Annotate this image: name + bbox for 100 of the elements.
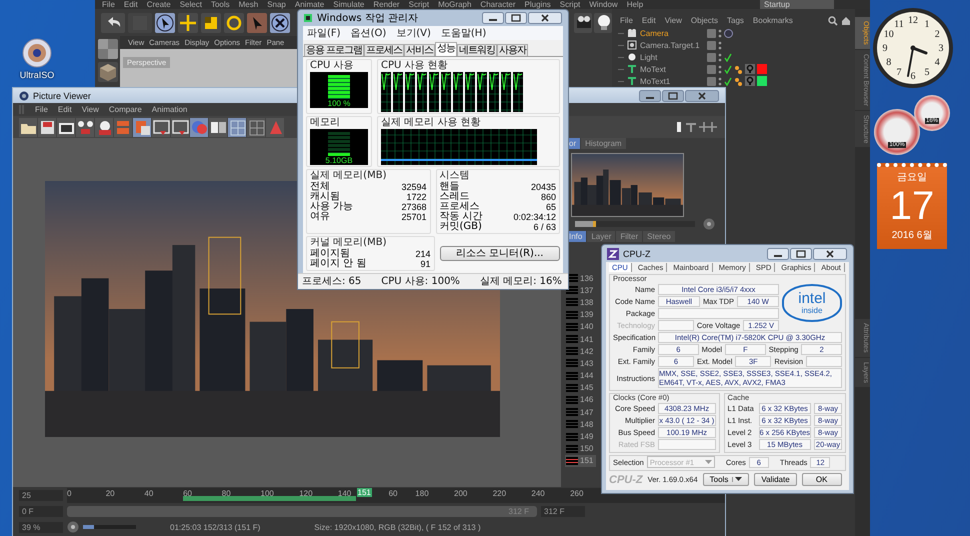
stat-label: 프로세스 [440,202,480,212]
dialog-button[interactable]: Validate [754,473,797,486]
menu-item[interactable]: Render [373,0,400,9]
menu-item[interactable]: Animation [152,105,188,114]
menu-item[interactable]: 도움말(H) [440,28,486,39]
object-name[interactable]: Light [640,52,700,62]
tick-label: 240 [531,488,545,498]
frame-row[interactable]: 147 [565,406,596,418]
frame-number: 144 [580,371,594,380]
panel-tab[interactable]: Histogram [581,138,626,149]
frame-row[interactable]: 151 [565,454,596,467]
desktop-icon-label[interactable]: UltraISO [20,70,54,80]
stat-value: 214 [415,249,430,260]
menu-item[interactable]: View [664,16,682,25]
menu-item[interactable]: Mesh [238,0,258,9]
frame-row[interactable]: 149 [565,430,596,443]
menu-item[interactable]: View [82,105,99,114]
stat-label: 작동 시간 [440,212,484,222]
frame-row[interactable]: 148 [565,418,596,430]
frame-row[interactable]: 140 [565,320,596,333]
menu-item[interactable]: Bookmarks [752,16,793,25]
panel-tab[interactable]: Filter [616,231,642,242]
tick-label: 40 [144,488,154,498]
menu-item[interactable]: Snap [267,0,286,9]
menu-item[interactable]: Edit [642,16,656,25]
meter-reading: 5.10GB [325,156,353,166]
playhead[interactable]: 151 [356,488,372,496]
frame-row[interactable]: 144 [565,370,596,382]
stat-value: 20435 [530,182,556,192]
menu-item[interactable]: Animate [294,0,324,9]
panel-tab[interactable]: Layer [587,231,616,242]
object-name[interactable]: Camera.Target.1 [640,40,700,50]
frame-number: 138 [580,298,594,307]
status-text: 실제 메모리: 16% [480,276,562,288]
stat-label: 커밋(GB) [440,222,483,232]
menu-item[interactable]: MoGraph [438,0,472,9]
start-field[interactable]: 0 F [19,506,63,516]
menu-item[interactable]: Window [589,0,618,9]
menu-item[interactable]: Script [560,0,580,9]
menu-item[interactable]: Objects [690,16,718,25]
menu-item[interactable]: Script [408,0,430,9]
zoom-field[interactable]: 39 % [19,522,63,532]
tab[interactable]: 프로세스 [364,44,404,56]
frame-row[interactable]: 138 [565,296,596,309]
logo-text: inside [802,306,822,315]
end-field[interactable]: 312 F [541,506,585,516]
tools-button[interactable]: Tools [702,473,750,486]
frame-number: 143 [580,358,594,368]
menu-item[interactable]: Select [180,0,202,9]
menu-item[interactable]: Simulate [333,0,364,9]
tab[interactable]: 응용 프로그램 [304,44,364,56]
layout-dropdown[interactable]: Startup [760,0,834,9]
menu-item[interactable]: 파일(F) [307,28,341,39]
menu-item[interactable]: File [35,105,48,114]
tab[interactable]: 네트워킹 [457,44,498,56]
frame-row[interactable]: 139 [565,308,596,321]
menu-item[interactable]: Edit [58,105,72,114]
calendar-month: 2016 6월 [892,229,932,242]
menu-item[interactable]: Compare [108,105,142,114]
fps-field[interactable]: 25 [19,490,63,500]
stat-label: 캐시됨 [310,192,340,202]
frame-number: 136 [580,274,594,283]
menu-item[interactable]: 옵션(O) [350,28,386,39]
frame-row[interactable]: 150 [565,442,596,455]
menu-item[interactable]: File [102,0,115,9]
frame-number: 145 [580,383,594,392]
menu-item[interactable]: Edit [124,0,138,9]
frame-row[interactable]: 145 [565,382,596,394]
frame-row[interactable]: 141 [565,332,596,346]
menu-item[interactable]: Create [146,0,171,9]
object-name[interactable]: MoText1 [640,76,700,86]
frame-row[interactable]: 143 [565,357,596,370]
stat-value: 32594 [401,182,426,192]
frame-row[interactable]: 146 [565,394,596,406]
menu-item[interactable]: 보기(V) [396,28,431,39]
panel-tab[interactable]: Stereo [643,231,675,242]
timeline-ruler[interactable]: 0 20 40 60 80 100 120 140 151 60 180 200 220 240 260 [67,488,725,502]
tick-label: 180 [415,488,429,498]
menu-item[interactable]: Tools [210,0,230,9]
tab[interactable]: 사용자 [497,44,528,56]
tab[interactable]: 서비스 [404,44,436,56]
object-name[interactable]: MoText [640,64,700,74]
group-title: 시스템 [440,170,470,182]
tick-label: 20 [106,488,115,498]
tick-label: 80 [222,488,231,498]
resource-monitor-button[interactable]: 리소스 모니터(R)... [440,246,560,262]
dialog-button[interactable]: OK [802,473,842,486]
menu-item[interactable]: Tags [727,16,744,25]
menu-item[interactable]: Character [480,0,516,9]
menu-item[interactable]: Plugins [524,0,551,9]
frame-row[interactable]: 142 [565,345,596,358]
frame-number: 140 [580,322,594,332]
menu-item[interactable]: File [620,16,633,25]
menu-item[interactable]: Help [626,0,644,9]
frame-number: 141 [580,334,594,344]
object-name[interactable]: Camera [640,28,700,38]
group-title: CPU 사용 [310,60,355,72]
clock-numeral: 3 [938,43,944,54]
stat-label: 핸들 [440,182,460,192]
tab[interactable]: 성능 [435,42,458,56]
